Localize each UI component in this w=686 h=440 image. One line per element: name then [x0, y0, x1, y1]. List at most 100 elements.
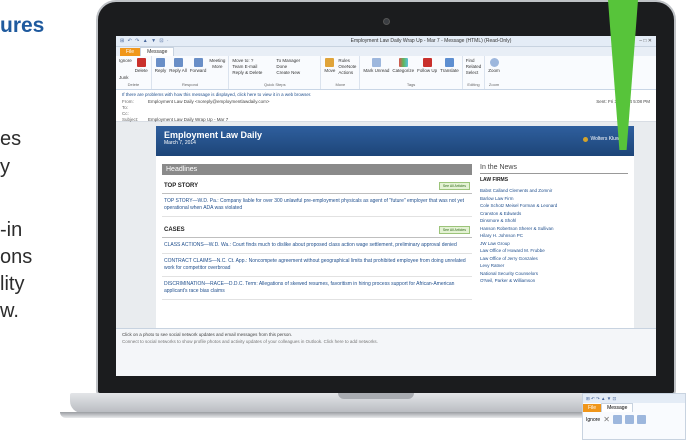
story-link[interactable]: CLASS ACTIONS—W.D. Wa.: Court finds much… — [162, 238, 472, 254]
ignore-button[interactable]: Ignore — [119, 58, 132, 63]
zoom-button[interactable]: Zoom — [488, 58, 500, 73]
thumbnail-quick-access: ⊞ ↶ ↷ ▲ ▼ ⊡ — [583, 394, 685, 403]
quickstep-item[interactable]: Team E-mail — [232, 64, 273, 69]
forward-label: Forward — [189, 68, 207, 73]
move-button[interactable]: Move — [324, 58, 335, 73]
ribbon-group-zoom: Zoom Zoom — [485, 56, 503, 89]
message-body: Employment Law Daily March 7, 2014 Wolte… — [116, 122, 656, 328]
quickstep-item[interactable]: Create New — [276, 70, 317, 75]
follow-up-label: Follow Up — [417, 68, 438, 73]
brand-mark-icon — [583, 136, 589, 142]
quickstep-item[interactable]: Move to: ? — [232, 58, 273, 63]
ribbon-group-delete: Ignore Delete Junk Delete — [116, 56, 152, 89]
group-label: Editing — [467, 82, 480, 87]
newsletter: Employment Law Daily March 7, 2014 Wolte… — [156, 126, 634, 328]
copy-fragment: es — [0, 128, 22, 150]
law-firm-link[interactable]: Babst Calland Clements and Zomnir — [480, 187, 628, 195]
story-link[interactable]: TOP STORY—W.D. Pa.: Company liable for o… — [162, 194, 472, 217]
junk-label: Junk — [119, 75, 129, 80]
law-firm-link[interactable]: Law Office of Howard M. Frubbe — [480, 247, 628, 255]
ribbon-group-move: Move Rules OneNote Actions Move — [321, 56, 361, 89]
laptop-lid: ⊞ ↶ ↷ ▲ ▼ ⊡ ⋅ Employment Law Daily Wrap … — [96, 0, 676, 395]
meeting-label: Meeting — [209, 58, 226, 63]
section-top-story: TOP STORY See All Articles — [162, 179, 472, 194]
ignore-label: Ignore — [119, 58, 132, 63]
see-all-button[interactable]: See All Articles — [438, 226, 470, 234]
reply-icon — [156, 58, 166, 67]
reply-label: Reply — [154, 68, 167, 73]
copy-fragment: ons — [0, 246, 33, 268]
law-firm-link[interactable]: Dinsmore & Shohl — [480, 217, 628, 225]
junk-button[interactable]: Junk — [119, 75, 129, 80]
law-firm-link[interactable]: Hanson Robertson Sherer & Sullivan — [480, 225, 628, 233]
more-label: More — [212, 64, 223, 69]
law-firm-link[interactable]: Cranston & Edwards — [480, 210, 628, 218]
delete-button[interactable]: Delete — [135, 58, 148, 73]
story-link[interactable]: CONTRACT CLAIMS—N.C. Ct. App.: Noncompet… — [162, 254, 472, 277]
onenote-button[interactable]: OneNote — [338, 64, 356, 69]
law-firm-link[interactable]: Law Office of Jerry Gonzales — [480, 255, 628, 263]
message-header: If there are problems with how this mess… — [116, 90, 656, 122]
reply-all-button[interactable]: Reply All — [169, 58, 187, 73]
section-title: CASES — [164, 227, 185, 233]
law-firm-link[interactable]: O'Neil, Parker & Williamson — [480, 277, 628, 285]
categorize-label: Categorize — [392, 68, 415, 73]
sidebar-heading: In the News — [480, 164, 628, 174]
mark-unread-button[interactable]: Mark Unread — [363, 58, 389, 73]
reply-all-icon — [173, 58, 183, 67]
quickstep-item[interactable]: To Manager — [276, 58, 317, 63]
law-firm-link[interactable]: JW Law Group — [480, 240, 628, 248]
reply-icon — [612, 415, 622, 424]
features-heading: ures — [0, 14, 45, 37]
meeting-button[interactable]: Meeting More — [209, 58, 225, 69]
thumbnail-tabs: File Message — [583, 403, 685, 412]
info-bar[interactable]: If there are problems with how this mess… — [122, 92, 650, 97]
thumbnail-ribbon: Ignore ✕ — [583, 412, 685, 427]
headlines-bar: Headlines — [162, 164, 472, 175]
related-button[interactable]: Related — [466, 64, 482, 69]
find-button[interactable]: Find — [466, 58, 482, 63]
ribbon-thumbnail: ⊞ ↶ ↷ ▲ ▼ ⊡ File Message Ignore ✕ — [582, 393, 686, 440]
law-firm-link[interactable]: Hilary H. Johnson PC — [480, 232, 628, 240]
ribbon-group-respond: Reply Reply All Forward Meeting More Resp… — [152, 56, 230, 89]
tab-file[interactable]: File — [120, 48, 141, 56]
people-pane-text: Click on a photo to see social network u… — [122, 332, 293, 337]
group-label: Quick Steps — [264, 82, 286, 87]
ribbon: Ignore Delete Junk Delete Reply Reply Al… — [116, 56, 656, 90]
window-title: Employment Law Daily Wrap Up - Mar 7 - M… — [350, 38, 512, 44]
copy-fragment: -in — [0, 219, 23, 241]
add-networks-link[interactable]: Connect to social networks to show profi… — [122, 339, 650, 344]
laptop-screen: ⊞ ↶ ↷ ▲ ▼ ⊡ ⋅ Employment Law Daily Wrap … — [116, 36, 656, 376]
law-firm-link[interactable]: Levy Ratner — [480, 262, 628, 270]
forward-icon — [636, 415, 646, 424]
from-value[interactable]: Employment Law Daily <noreply@employment… — [148, 99, 270, 105]
categorize-button[interactable]: Categorize — [392, 58, 414, 73]
select-button[interactable]: Select — [466, 70, 482, 75]
actions-button[interactable]: Actions — [338, 70, 356, 75]
quickstep-item[interactable]: Done — [276, 64, 317, 69]
ribbon-group-quicksteps: Move to: ? To Manager Team E-mail Done R… — [229, 56, 322, 89]
copy-fragment: y — [0, 156, 10, 178]
law-firm-link[interactable]: Cole Schotz Meisel Forman & Leonard — [480, 202, 628, 210]
reply-all-icon — [624, 415, 634, 424]
law-firm-link[interactable]: Barlow Law Firm — [480, 195, 628, 203]
group-label: Respond — [182, 82, 199, 87]
newsletter-banner: Employment Law Daily March 7, 2014 Wolte… — [156, 126, 634, 156]
camera-icon — [383, 18, 390, 25]
reply-button[interactable]: Reply — [154, 58, 167, 73]
follow-up-button[interactable]: Follow Up — [417, 58, 437, 73]
forward-button[interactable]: Forward — [189, 58, 207, 73]
newsletter-columns: Headlines TOP STORY See All Articles TOP… — [156, 156, 634, 300]
delete-icon: ✕ — [603, 415, 610, 424]
ribbon-group-tags: Mark Unread Categorize Follow Up Transla… — [360, 56, 463, 89]
quickstep-item[interactable]: Reply & Delete — [232, 70, 273, 75]
translate-button[interactable]: Translate — [440, 58, 459, 73]
see-all-button[interactable]: See All Articles — [438, 182, 470, 190]
law-firm-link[interactable]: National Security Counselors — [480, 270, 628, 278]
quick-access-toolbar[interactable]: ⊞ ↶ ↷ ▲ ▼ ⊡ ⋅ — [120, 38, 240, 44]
tab-message[interactable]: Message — [140, 47, 175, 56]
rules-button[interactable]: Rules — [338, 58, 356, 63]
thumbnail-tab-file: File — [583, 404, 602, 412]
magnifier-icon — [489, 58, 499, 67]
story-link[interactable]: DISCRIMINATION—RACE—D.D.C. Term: Allegat… — [162, 277, 472, 300]
